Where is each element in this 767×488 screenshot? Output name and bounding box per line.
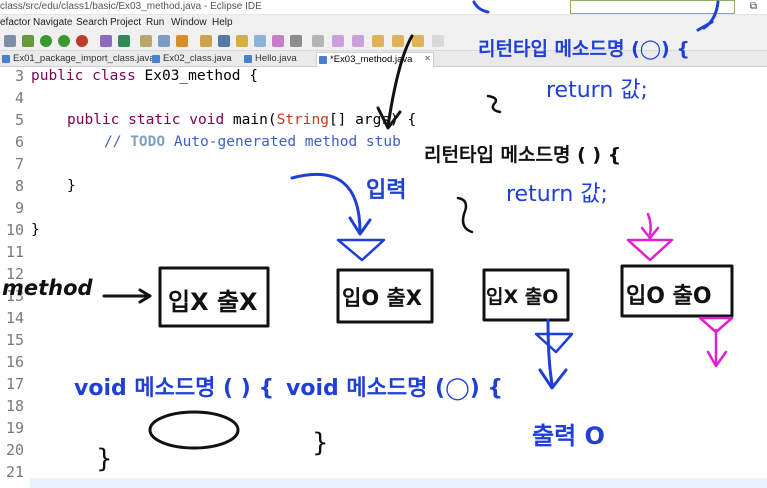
blue-output-triangle: [534, 332, 574, 354]
annotation-return-type-signature-mid: 리턴타입 메소드명 ( ) {: [424, 144, 622, 166]
annotation-ink-layer: [102, 0, 734, 450]
magenta-input-triangle: [626, 238, 674, 262]
annotation-void-signature-1: void 메소드명 ( ) {: [74, 376, 275, 401]
annotation-close-brace-1: }: [96, 444, 113, 474]
annotation-return-value-mid: return 값;: [506, 182, 608, 207]
magenta-arrow: [646, 212, 652, 236]
close-brace-stroke: [486, 94, 502, 114]
annotation-close-brace-2: }: [312, 428, 329, 458]
annotation-method-label: method: [2, 276, 93, 300]
method-body-ellipse: [148, 410, 240, 450]
annotation-void-signature-2: void 메소드명 (◯) {: [286, 376, 504, 401]
annotation-box-no-input-output: 입X 출O: [486, 286, 559, 308]
annotation-box-input-output: 입O 출O: [626, 284, 712, 309]
annotation-input-label: 입력: [366, 178, 407, 203]
annotation-box-no-input-no-output: 입X 출X: [168, 288, 258, 316]
annotation-box-input-no-output: 입O 출X: [342, 286, 422, 310]
blue-ink-stroke: [472, 0, 490, 14]
blue-input-arrow: [290, 173, 362, 234]
annotation-return-value-top: return 값;: [546, 78, 648, 103]
annotation-output-label: 출력 O: [532, 422, 605, 450]
annotation-return-type-signature: 리턴타입 메소드명 (◯) {: [478, 38, 690, 60]
blue-input-triangle: [336, 238, 386, 262]
close-brace-stroke: [456, 196, 474, 234]
blue-arrowhead: [538, 368, 568, 390]
blue-output-arrow: [546, 318, 554, 386]
